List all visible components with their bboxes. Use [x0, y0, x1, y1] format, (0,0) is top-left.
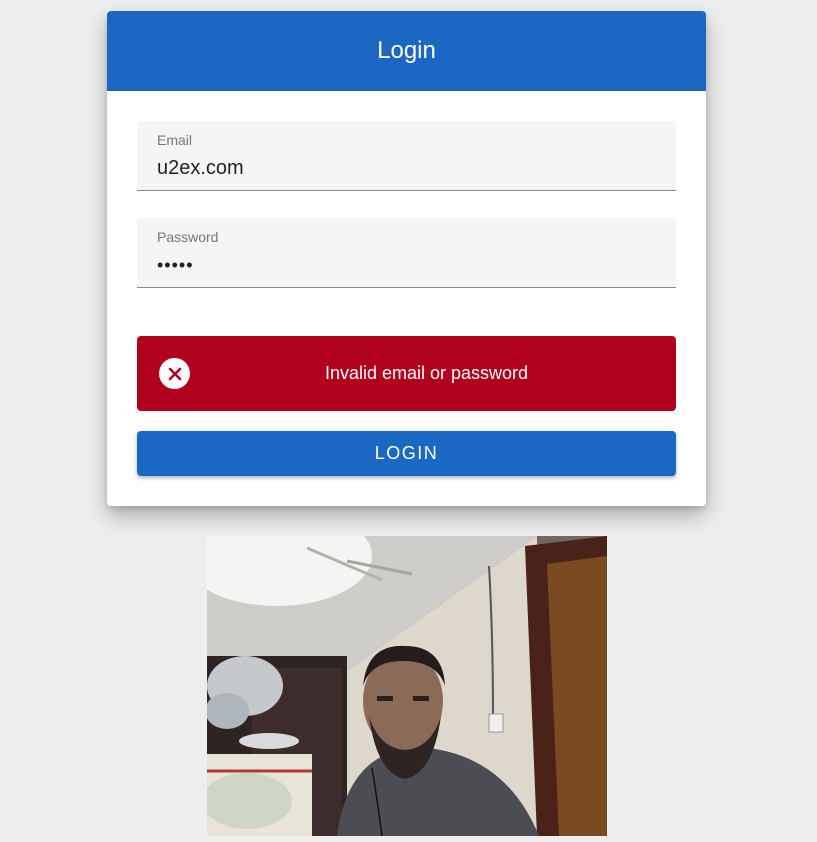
password-label: Password — [157, 229, 219, 245]
close-circle-icon — [159, 358, 190, 389]
webcam-preview — [207, 536, 607, 836]
email-field[interactable]: Email — [137, 121, 676, 191]
password-field[interactable]: Password — [137, 218, 676, 288]
email-input[interactable] — [157, 154, 657, 182]
email-label: Email — [157, 132, 193, 148]
login-button[interactable]: LOGIN — [137, 431, 676, 476]
login-title: Login — [377, 37, 436, 64]
error-message: Invalid email or password — [324, 363, 529, 383]
webcam-frame-image — [207, 536, 607, 836]
error-alert: Invalid email or password — [137, 336, 676, 411]
login-card: Login Email Password Invalid email or pa… — [107, 11, 706, 506]
login-header: Login — [107, 11, 706, 91]
password-input[interactable] — [157, 251, 657, 279]
